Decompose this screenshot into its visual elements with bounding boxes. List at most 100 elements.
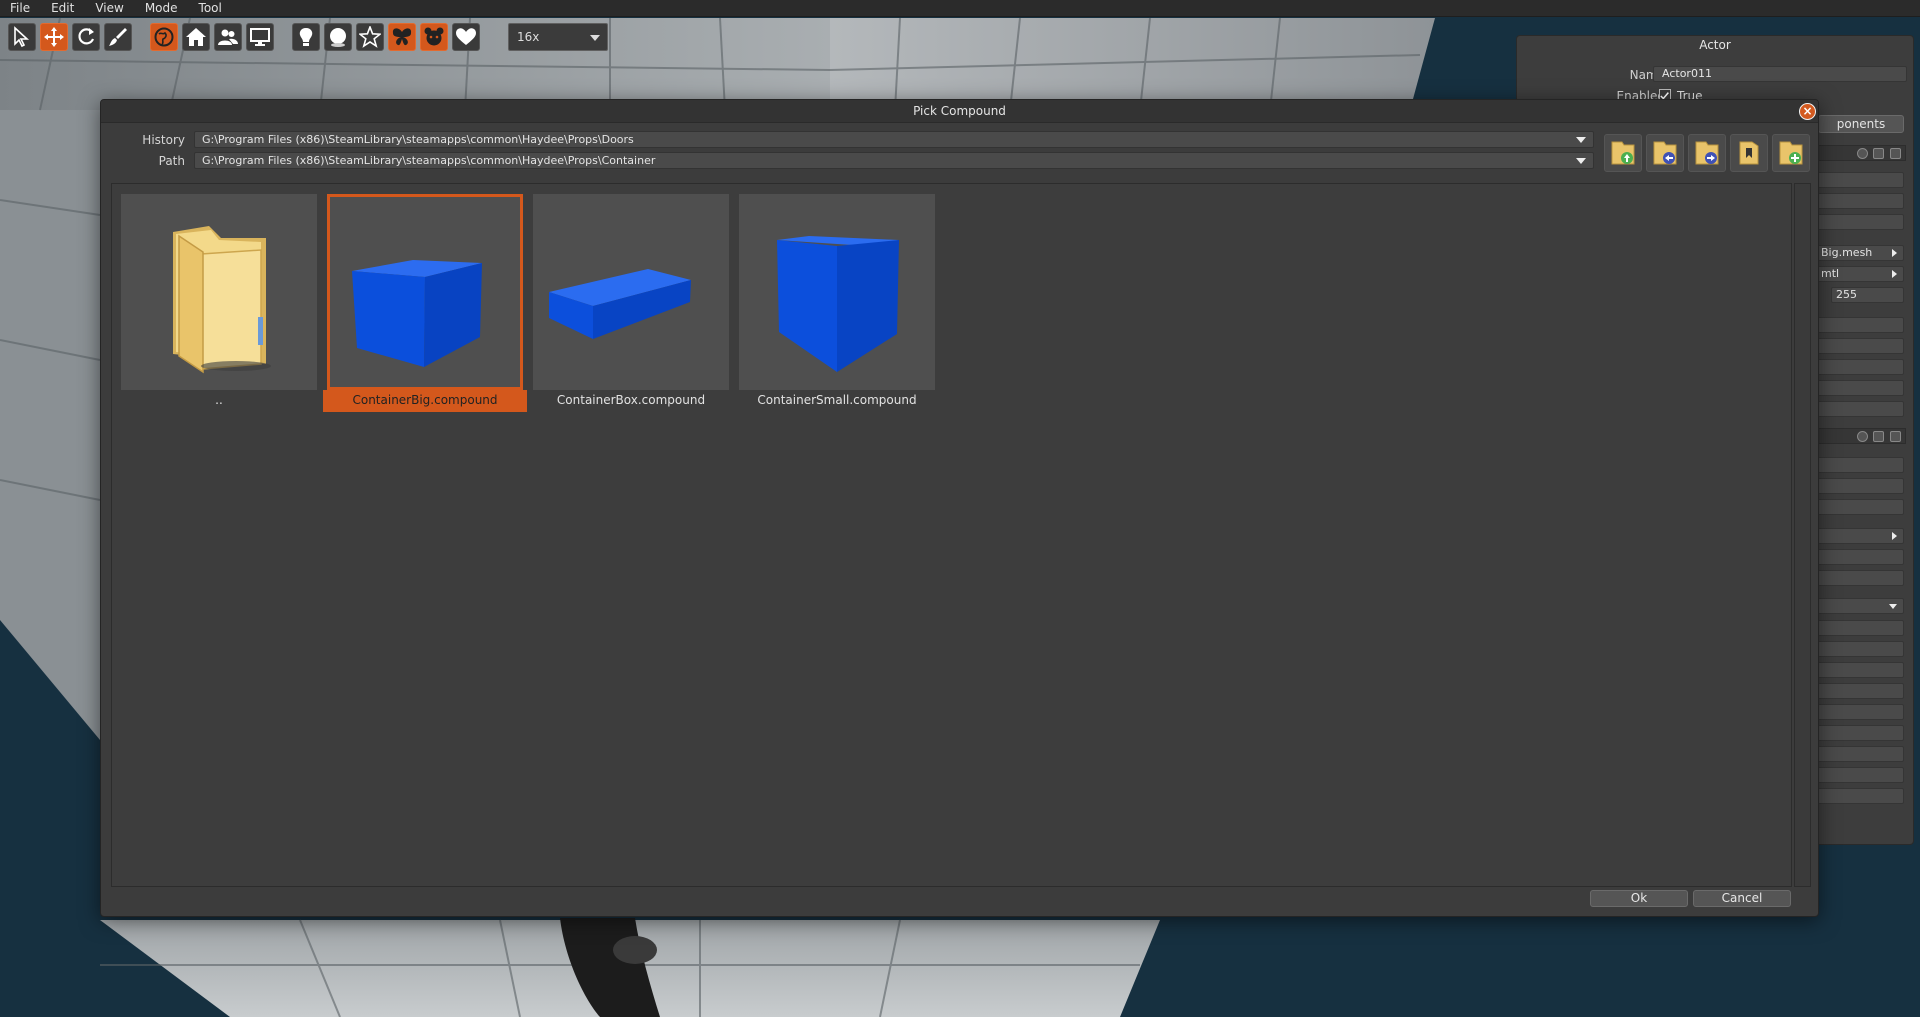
- folder-forward-icon: [1695, 141, 1719, 165]
- browser-scrollbar[interactable]: [1794, 183, 1811, 887]
- menu-edit[interactable]: Edit: [51, 1, 74, 15]
- select-arrow-icon: [14, 26, 30, 48]
- menu-tool[interactable]: Tool: [199, 1, 222, 15]
- folder-add-button[interactable]: [1772, 134, 1810, 172]
- menu-mode[interactable]: Mode: [145, 1, 178, 15]
- component-field[interactable]: [1816, 528, 1904, 544]
- component-field[interactable]: [1816, 641, 1904, 657]
- rotate-tool-button[interactable]: [72, 23, 100, 51]
- folder-back-icon: [1653, 141, 1677, 165]
- browser-item-container-big[interactable]: ContainerBig.compound: [323, 194, 527, 412]
- component-field[interactable]: [1816, 359, 1904, 375]
- heart-filter-button[interactable]: [452, 23, 480, 51]
- history-row: History G:\Program Files (x86)\SteamLibr…: [101, 131, 1601, 148]
- world-view-button[interactable]: [150, 23, 178, 51]
- component-field[interactable]: [1816, 788, 1904, 804]
- folder-nav-buttons: [1604, 134, 1814, 172]
- color-field[interactable]: 255: [1831, 287, 1904, 303]
- component-field[interactable]: [1816, 214, 1904, 230]
- folder-up-icon: [1611, 141, 1635, 165]
- box-big-preview: [352, 260, 482, 367]
- component-field[interactable]: [1816, 401, 1904, 417]
- add-components-button[interactable]: ponents: [1818, 115, 1904, 133]
- component-field[interactable]: [1816, 767, 1904, 783]
- chevron-down-icon: [1576, 158, 1586, 164]
- paint-brush-icon: [109, 28, 127, 46]
- zoom-select[interactable]: 16x: [508, 23, 608, 51]
- menu-file[interactable]: File: [10, 1, 30, 15]
- component-field[interactable]: [1816, 380, 1904, 396]
- heart-icon: [456, 28, 476, 45]
- component-field[interactable]: [1816, 499, 1904, 515]
- ok-button[interactable]: Ok: [1590, 890, 1688, 907]
- bear-icon: [424, 27, 444, 46]
- component-field[interactable]: [1816, 338, 1904, 354]
- file-browser-grid[interactable]: .. ContainerBig.compound ContainerBox.co…: [111, 183, 1792, 887]
- component-field[interactable]: [1816, 172, 1904, 188]
- dialog-close-button[interactable]: ×: [1799, 103, 1816, 120]
- item-thumbnail: [327, 194, 523, 390]
- folder-bookmark-button[interactable]: [1730, 134, 1768, 172]
- close-icon[interactable]: [1890, 148, 1901, 159]
- browser-item-container-small[interactable]: ContainerSmall.compound: [739, 194, 935, 410]
- component-field[interactable]: [1816, 549, 1904, 565]
- minimize-icon[interactable]: [1873, 148, 1884, 159]
- component-field[interactable]: [1816, 317, 1904, 333]
- star-icon: [359, 26, 381, 48]
- mesh-field[interactable]: Big.mesh: [1816, 245, 1904, 261]
- material-field[interactable]: mtl: [1816, 266, 1904, 282]
- browser-item-parent-folder[interactable]: ..: [121, 194, 317, 410]
- item-label: ContainerBig.compound: [352, 393, 498, 407]
- sphere-filter-button[interactable]: [324, 23, 352, 51]
- chevron-right-icon: [1892, 270, 1897, 278]
- component-field[interactable]: [1816, 478, 1904, 494]
- lights-filter-button[interactable]: [292, 23, 320, 51]
- component-header: [1816, 428, 1906, 444]
- move-tool-button[interactable]: [40, 23, 68, 51]
- component-field[interactable]: [1816, 570, 1904, 586]
- chevron-right-icon: [1892, 249, 1897, 257]
- close-icon: ×: [1802, 104, 1813, 118]
- sphere-icon: [330, 28, 346, 47]
- chevron-down-icon: [590, 35, 600, 41]
- chevron-down-icon: [1576, 137, 1586, 143]
- gear-icon[interactable]: [1857, 148, 1868, 159]
- star-filter-button[interactable]: [356, 23, 384, 51]
- users-view-button[interactable]: [214, 23, 242, 51]
- chevron-down-icon: [1889, 604, 1897, 609]
- actor-name-field[interactable]: Actor011: [1653, 66, 1907, 82]
- select-tool-button[interactable]: [8, 23, 36, 51]
- dialog-title: Pick Compound: [101, 100, 1818, 123]
- rotate-icon: [78, 28, 95, 45]
- history-dropdown[interactable]: G:\Program Files (x86)\SteamLibrary\stea…: [194, 131, 1594, 148]
- component-field[interactable]: [1816, 746, 1904, 762]
- path-dropdown[interactable]: G:\Program Files (x86)\SteamLibrary\stea…: [194, 152, 1594, 169]
- monitor-view-button[interactable]: [246, 23, 274, 51]
- cancel-button[interactable]: Cancel: [1693, 890, 1791, 907]
- component-field[interactable]: [1816, 662, 1904, 678]
- menu-view[interactable]: View: [95, 1, 123, 15]
- folder-up-button[interactable]: [1604, 134, 1642, 172]
- butterfly-icon: [392, 28, 412, 46]
- component-field[interactable]: [1816, 457, 1904, 473]
- component-field[interactable]: [1816, 193, 1904, 209]
- folder-forward-button[interactable]: [1688, 134, 1726, 172]
- component-field[interactable]: [1816, 725, 1904, 741]
- component-dropdown[interactable]: [1816, 598, 1904, 614]
- gear-icon[interactable]: [1857, 431, 1868, 442]
- close-icon[interactable]: [1890, 431, 1901, 442]
- minimize-icon[interactable]: [1873, 431, 1884, 442]
- paint-tool-button[interactable]: [104, 23, 132, 51]
- component-field[interactable]: [1816, 620, 1904, 636]
- browser-item-container-box[interactable]: ContainerBox.compound: [533, 194, 729, 410]
- component-field[interactable]: [1816, 704, 1904, 720]
- house-view-button[interactable]: [182, 23, 210, 51]
- folder-back-button[interactable]: [1646, 134, 1684, 172]
- component-field[interactable]: [1816, 683, 1904, 699]
- lightbulb-icon: [299, 28, 313, 46]
- color-value: 255: [1836, 288, 1857, 301]
- globe-icon: [154, 27, 174, 47]
- bear-filter-button[interactable]: [420, 23, 448, 51]
- butterfly-filter-button[interactable]: [388, 23, 416, 51]
- filter-group: [292, 23, 484, 51]
